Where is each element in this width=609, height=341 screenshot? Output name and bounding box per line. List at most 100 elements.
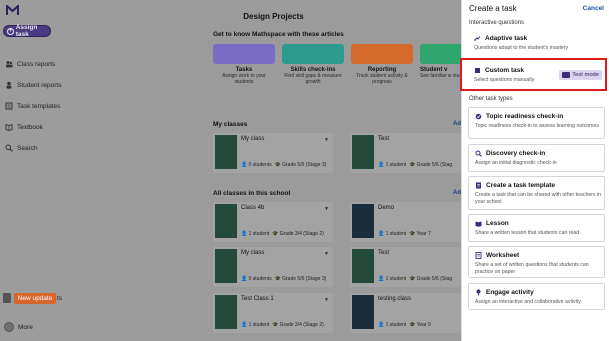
task-option-title: Topic readiness check-in xyxy=(486,113,564,120)
my-classes-heading: My classes xyxy=(213,121,248,128)
custom-task-highlight xyxy=(460,58,607,91)
chevron-down-icon[interactable]: ▼ xyxy=(324,297,329,303)
class-card[interactable]: Test 👤 1 student 🎓 Grade 5/6 (Stag xyxy=(350,247,461,287)
feature-card-tasks[interactable]: Tasks Assign work to your students xyxy=(213,44,275,98)
student-count: 0 students xyxy=(248,162,272,168)
task-option-title: Engage activity xyxy=(486,289,534,296)
class-meta: 👤 0 students 🎓 Grade 5/6 (Stage 3) xyxy=(241,162,327,168)
cancel-button[interactable]: Cancel xyxy=(583,5,604,12)
new-update-button[interactable]: New update xyxy=(14,293,56,304)
grade-label: Grade 3/4 (Stage 2) xyxy=(279,231,324,237)
chevron-down-icon[interactable]: ▼ xyxy=(324,206,329,212)
task-option-desc: Share a set of written questions that st… xyxy=(475,262,589,275)
plus-icon: + xyxy=(7,27,14,35)
assign-task-button[interactable]: + Assign task xyxy=(3,24,51,38)
class-name: Class 4b xyxy=(241,205,265,211)
grade-label: Grade 5/6 (Stag xyxy=(416,276,453,282)
task-option-title: Discovery check-in xyxy=(486,150,546,157)
grade-label: Grade 5/6 (Stag xyxy=(416,162,453,168)
class-name: My class xyxy=(241,136,265,142)
class-meta: 👤 0 students 🎓 Grade 5/6 (Stage 3) xyxy=(241,276,327,282)
mathspace-logo[interactable] xyxy=(6,5,19,16)
templates-icon xyxy=(5,102,13,110)
grade-label: Grade 5/6 (Stage 3) xyxy=(282,162,327,168)
student-count: 1 student xyxy=(385,322,407,328)
feature-thumb xyxy=(282,44,344,64)
sidebar-item-label: Student reports xyxy=(17,81,62,89)
feature-card-skills[interactable]: Skills check-ins Find skill gaps & measu… xyxy=(282,44,344,98)
panel-title: Create a task xyxy=(469,4,517,13)
feature-thumb xyxy=(420,44,461,64)
grade-label: Year 9 xyxy=(416,322,431,328)
sidebar-item-class-reports[interactable]: Class reports xyxy=(5,59,55,69)
class-cover-image xyxy=(215,135,237,169)
class-cover-image xyxy=(352,135,374,169)
grade-label: Grade 5/6 (Stage 3) xyxy=(282,276,327,282)
task-option-desc: Topic readiness check-in to assess learn… xyxy=(475,123,599,129)
task-option-create-template[interactable]: Create a task template Create a task tha… xyxy=(468,176,605,210)
sidebar-item-more[interactable]: More xyxy=(4,322,33,332)
class-name: Demo xyxy=(378,205,395,211)
task-option-adaptive[interactable]: Adaptive task Questions adapt to the stu… xyxy=(468,30,605,56)
class-cover-image xyxy=(215,204,237,238)
sidebar-item-student-reports[interactable]: Student reports xyxy=(5,80,61,90)
task-option-desc: Share a written lesson that students can… xyxy=(475,230,580,236)
book-icon xyxy=(5,123,13,131)
sidebar-item-search[interactable]: Search xyxy=(5,143,38,153)
feature-thumb xyxy=(351,44,413,64)
task-option-title: Worksheet xyxy=(486,252,520,259)
class-card[interactable]: My class ▼ 👤 0 students 🎓 Grade 5/6 (Sta… xyxy=(213,133,333,173)
student-count: 1 student xyxy=(248,231,270,237)
feature-card-reporting[interactable]: Reporting Track student activity & progr… xyxy=(351,44,413,98)
feature-sub: Track student activity & progress xyxy=(356,73,408,85)
sidebar-hidden-label-fragment: ts xyxy=(57,295,63,302)
task-option-desc: Assign an initial diagnostic check-in xyxy=(475,160,557,166)
class-card[interactable]: Class 4b ▼ 👤 1 student 🎓 Grade 3/4 (Stag… xyxy=(213,202,333,242)
class-card[interactable]: Test Class 1 ▼ 👤 1 student 🎓 Grade 3/4 (… xyxy=(213,293,333,333)
sidebar-item-label: More xyxy=(18,323,33,331)
feature-card-student-view[interactable]: Student v See familiar w students s xyxy=(420,44,461,98)
lesson-icon xyxy=(475,221,482,227)
task-option-lesson[interactable]: Lesson Share a written lesson that stude… xyxy=(468,214,605,242)
add-class-link[interactable]: Ad xyxy=(453,121,461,127)
sidebar-item-label: Class reports xyxy=(17,60,56,68)
task-option-discovery[interactable]: Discovery check-in Assign an initial dia… xyxy=(468,144,605,172)
task-option-desc: Assign an interactive and collaborative … xyxy=(475,299,581,305)
feature-thumb xyxy=(213,44,275,64)
chevron-down-icon[interactable]: ▼ xyxy=(324,137,329,143)
task-option-engage[interactable]: Engage activity Assign an interactive an… xyxy=(468,283,605,310)
class-card[interactable]: Demo 👤 1 student 🎓 Year 7 xyxy=(350,202,461,242)
chevron-down-icon[interactable]: ▼ xyxy=(324,251,329,257)
class-meta: 👤 1 student 🎓 Grade 5/6 (Stag xyxy=(378,276,453,282)
feature-sub: Assign work to your students xyxy=(222,73,266,85)
engage-icon xyxy=(476,289,481,296)
sidebar-item-label: Task templates xyxy=(17,102,61,110)
class-meta: 👤 1 student 🎓 Grade 3/4 (Stage 2) xyxy=(241,231,324,237)
sidebar-item-textbook[interactable]: Textbook xyxy=(5,122,43,132)
discovery-icon xyxy=(475,150,482,157)
grade-label: Year 7 xyxy=(416,231,431,237)
class-card[interactable]: testing class 👤 1 student 🎓 Year 9 xyxy=(350,293,461,333)
class-card[interactable]: My class ▼ 👤 0 students 🎓 Grade 5/6 (Sta… xyxy=(213,247,333,287)
class-card[interactable]: Test 👤 1 student 🎓 Grade 5/6 (Stag xyxy=(350,133,461,173)
task-option-topic-readiness[interactable]: Topic readiness check-in Topic readiness… xyxy=(468,107,605,139)
class-meta: 👤 1 student 🎓 Year 7 xyxy=(378,231,431,237)
class-cover-image xyxy=(352,249,374,283)
search-icon xyxy=(5,144,13,152)
page-title: Design Projects xyxy=(243,12,304,21)
task-option-worksheet[interactable]: Worksheet Share a set of written questio… xyxy=(468,246,605,278)
student-count: 1 student xyxy=(248,322,270,328)
task-option-title: Create a task template xyxy=(486,182,556,189)
class-cover-image xyxy=(215,249,237,283)
class-name: My class xyxy=(241,250,265,256)
other-task-types-heading: Other task types xyxy=(469,96,513,102)
class-name: testing class xyxy=(378,296,412,302)
student-count: 1 student xyxy=(385,162,407,168)
class-meta: 👤 1 student 🎓 Grade 5/6 (Stag xyxy=(378,162,453,168)
class-meta: 👤 1 student 🎓 Year 9 xyxy=(378,322,431,328)
get-to-know-heading: Get to know Mathspace with these article… xyxy=(213,31,344,38)
class-name: Test Class 1 xyxy=(241,296,274,302)
task-option-title: Lesson xyxy=(486,220,509,227)
sidebar-item-task-templates[interactable]: Task templates xyxy=(5,101,60,111)
add-class-link[interactable]: Ad xyxy=(453,190,461,196)
